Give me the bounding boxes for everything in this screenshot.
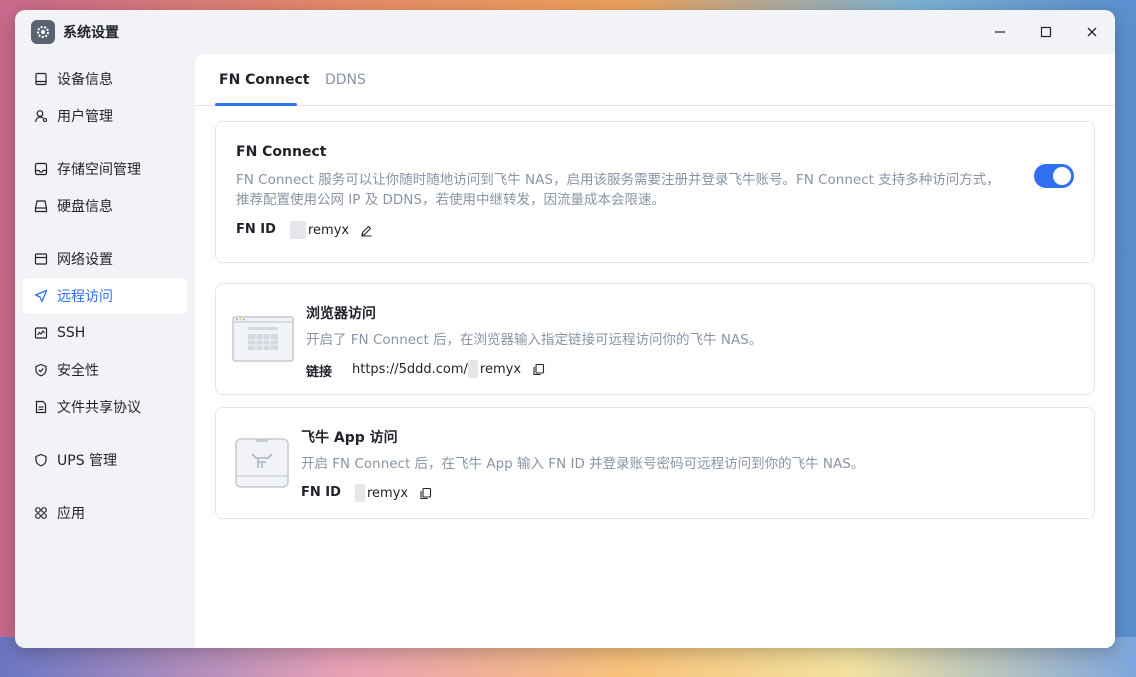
maximize-button[interactable] bbox=[1023, 10, 1069, 54]
settings-window: 系统设置 设备信息 用户管理 存储空间管理 硬盘信息 网络设置 远程访问 SSH… bbox=[15, 10, 1115, 648]
fn-connect-description: FN Connect 服务可以让你随时随地访问到飞牛 NAS，启用该服务需要注册… bbox=[236, 170, 1026, 210]
sidebar-item-remote-access[interactable]: 远程访问 bbox=[23, 278, 187, 314]
app-access-card: 飞牛 App 访问 开启 FN Connect 后，在飞牛 App 输入 FN … bbox=[215, 407, 1095, 519]
browser-access-title: 浏览器访问 bbox=[306, 306, 376, 322]
app-illustration-icon bbox=[234, 438, 290, 492]
terminal-icon bbox=[33, 325, 49, 341]
active-tab-indicator bbox=[215, 103, 297, 106]
sidebar-item-security[interactable]: 安全性 bbox=[23, 352, 187, 388]
app-fn-id-label: FN ID bbox=[301, 485, 341, 500]
sidebar-item-label: 应用 bbox=[57, 506, 85, 522]
fn-connect-title: FN Connect bbox=[236, 144, 327, 160]
fn-connect-desc-line2: 推荐配置使用公网 IP 及 DDNS，若使用中继转发，因流量成本会限速。 bbox=[236, 192, 665, 208]
sidebar-item-label: UPS 管理 bbox=[57, 453, 118, 469]
network-icon bbox=[33, 251, 49, 267]
sidebar-item-label: 硬盘信息 bbox=[57, 199, 113, 215]
monitor-icon bbox=[33, 71, 49, 87]
app-access-description: 开启 FN Connect 后，在飞牛 App 输入 FN ID 并登录账号密码… bbox=[301, 456, 865, 472]
sidebar-item-label: SSH bbox=[57, 325, 86, 341]
fn-id-label: FN ID bbox=[236, 222, 276, 237]
redacted-text bbox=[355, 484, 365, 502]
send-icon bbox=[33, 288, 49, 304]
toggle-knob bbox=[1053, 167, 1071, 185]
sidebar-item-apps[interactable]: 应用 bbox=[23, 495, 187, 531]
minimize-icon bbox=[995, 31, 1005, 33]
copy-icon[interactable] bbox=[531, 362, 545, 376]
window-title: 系统设置 bbox=[63, 25, 119, 41]
minimize-button[interactable] bbox=[977, 10, 1023, 54]
sidebar-item-file-sharing[interactable]: 文件共享协议 bbox=[23, 389, 187, 425]
redacted-text bbox=[290, 221, 306, 239]
tab-bar: FN Connect DDNS bbox=[195, 54, 1115, 106]
user-icon bbox=[33, 108, 49, 124]
fn-connect-toggle[interactable] bbox=[1034, 164, 1074, 188]
title-bar: 系统设置 bbox=[15, 10, 1115, 54]
settings-gear-icon bbox=[31, 20, 55, 44]
main-content: FN Connect DDNS FN Connect FN Connect 服务… bbox=[195, 54, 1115, 648]
fn-id-value: remyx bbox=[290, 221, 373, 239]
copy-icon[interactable] bbox=[418, 486, 432, 500]
document-icon bbox=[33, 399, 49, 415]
browser-illustration-icon bbox=[232, 316, 294, 366]
sidebar-item-network[interactable]: 网络设置 bbox=[23, 241, 187, 277]
sidebar-item-label: 安全性 bbox=[57, 363, 99, 379]
sidebar-item-users[interactable]: 用户管理 bbox=[23, 98, 187, 134]
sidebar-item-label: 用户管理 bbox=[57, 109, 113, 125]
app-access-title: 飞牛 App 访问 bbox=[301, 430, 398, 446]
apps-icon bbox=[33, 505, 49, 521]
browser-access-card: 浏览器访问 开启了 FN Connect 后，在浏览器输入指定链接可远程访问你的… bbox=[215, 283, 1095, 395]
sidebar-item-disk[interactable]: 硬盘信息 bbox=[23, 188, 187, 224]
link-value[interactable]: https://5ddd.com/ remyx bbox=[352, 360, 545, 378]
tab-fn-connect[interactable]: FN Connect bbox=[219, 54, 309, 106]
tab-ddns[interactable]: DDNS bbox=[325, 54, 366, 106]
sidebar-item-ups[interactable]: UPS 管理 bbox=[23, 442, 187, 478]
app-fn-id-text: remyx bbox=[367, 485, 409, 501]
sidebar-item-label: 网络设置 bbox=[57, 252, 113, 268]
sidebar-item-device-info[interactable]: 设备信息 bbox=[23, 61, 187, 97]
close-icon bbox=[1087, 27, 1097, 37]
link-label: 链接 bbox=[306, 365, 333, 380]
sidebar: 设备信息 用户管理 存储空间管理 硬盘信息 网络设置 远程访问 SSH 安全性 bbox=[15, 54, 195, 648]
sidebar-item-ssh[interactable]: SSH bbox=[23, 315, 187, 351]
fn-id-text: remyx bbox=[308, 222, 350, 238]
shield-icon bbox=[33, 452, 49, 468]
browser-access-description: 开启了 FN Connect 后，在浏览器输入指定链接可远程访问你的飞牛 NAS… bbox=[306, 332, 763, 348]
fn-connect-desc-line1: FN Connect 服务可以让你随时随地访问到飞牛 NAS，启用该服务需要注册… bbox=[236, 172, 1000, 188]
sidebar-item-label: 存储空间管理 bbox=[57, 162, 141, 178]
edit-icon[interactable] bbox=[359, 223, 373, 237]
sidebar-item-storage[interactable]: 存储空间管理 bbox=[23, 151, 187, 187]
app-fn-id-value: remyx bbox=[355, 484, 432, 502]
sidebar-item-label: 远程访问 bbox=[57, 289, 113, 305]
sidebar-item-label: 文件共享协议 bbox=[57, 400, 141, 416]
disk-icon bbox=[33, 198, 49, 214]
sidebar-item-label: 设备信息 bbox=[57, 72, 113, 88]
link-suffix: remyx bbox=[479, 361, 522, 377]
maximize-icon bbox=[1040, 26, 1052, 38]
shield-check-icon bbox=[33, 362, 49, 378]
storage-icon bbox=[33, 161, 49, 177]
redacted-text bbox=[467, 360, 478, 378]
close-button[interactable] bbox=[1069, 10, 1115, 54]
link-prefix: https://5ddd.com/ bbox=[352, 361, 468, 377]
fn-connect-card: FN Connect FN Connect 服务可以让你随时随地访问到飞牛 NA… bbox=[215, 121, 1095, 263]
